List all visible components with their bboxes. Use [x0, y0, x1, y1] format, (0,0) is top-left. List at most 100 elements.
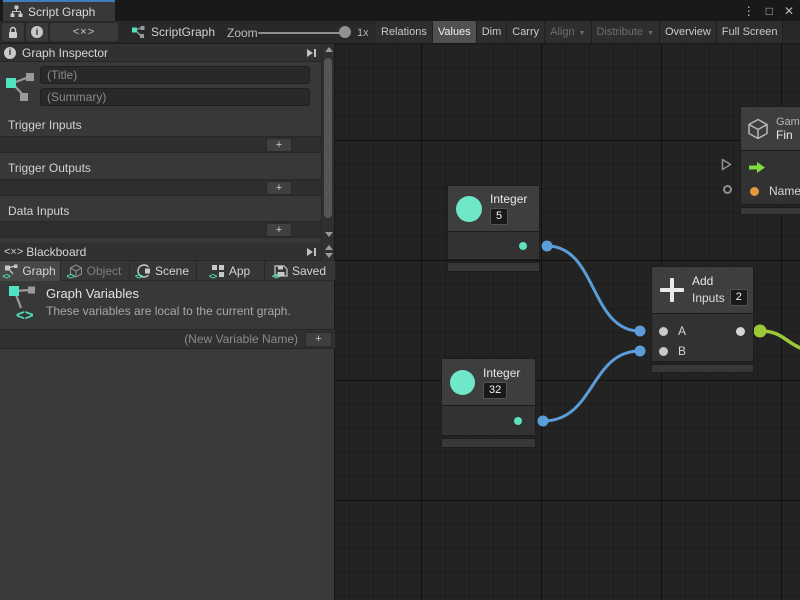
- add-data-input-button[interactable]: +: [266, 223, 292, 237]
- wire-integer5-to-add-a[interactable]: [547, 246, 640, 331]
- node-title: Integer: [490, 192, 527, 206]
- section-data-inputs-label: Data Inputs: [8, 203, 69, 219]
- tab-graph-variables[interactable]: <> Graph: [0, 261, 61, 281]
- wire-endpoint: [635, 346, 646, 357]
- gameobject-cube-icon: [746, 117, 770, 141]
- graph-node-icon: [5, 68, 37, 104]
- zoom-slider-handle[interactable]: [339, 26, 351, 38]
- graph-summary-input[interactable]: [40, 88, 310, 106]
- value-port-circle-icon[interactable]: [723, 185, 732, 194]
- distribute-dropdown[interactable]: Distribute ▼: [592, 21, 660, 43]
- integer-type-icon: [456, 196, 482, 222]
- inspector-scrollbar[interactable]: [321, 44, 334, 243]
- input-port-b[interactable]: [659, 347, 668, 356]
- align-dropdown[interactable]: Align ▼: [545, 21, 591, 43]
- integer-type-icon: [450, 370, 475, 395]
- blackboard-scrollbar[interactable]: [321, 243, 334, 261]
- scrollbar-thumb[interactable]: [324, 58, 332, 218]
- wire-endpoint: [538, 416, 549, 427]
- info-icon: i: [31, 26, 43, 38]
- tab-object-variables[interactable]: <> Object: [61, 261, 130, 281]
- window-maximize-icon[interactable]: □: [766, 5, 773, 17]
- window-close-icon[interactable]: ✕: [784, 5, 794, 17]
- overview-button[interactable]: Overview: [660, 21, 717, 43]
- integer-value-field[interactable]: 5: [490, 208, 508, 225]
- tab-script-graph[interactable]: Script Graph: [3, 0, 115, 21]
- integer-value-field[interactable]: 32: [483, 382, 507, 399]
- script-graph-icon: [131, 25, 145, 39]
- scroll-down-icon[interactable]: [325, 232, 333, 237]
- node-add[interactable]: Add Inputs 2 A B: [651, 266, 754, 373]
- scroll-up-icon[interactable]: [325, 245, 333, 250]
- graph-inspector-header: i Graph Inspector: [0, 44, 321, 62]
- new-variable-input[interactable]: [6, 331, 300, 347]
- node-integer-32[interactable]: Integer 32: [441, 358, 536, 448]
- add-trigger-output-button[interactable]: +: [266, 181, 292, 195]
- input-port-a[interactable]: [659, 327, 668, 336]
- inputs-count-field[interactable]: 2: [730, 289, 748, 306]
- graph-canvas[interactable]: Integer 5 Integer 32 Add: [335, 44, 800, 600]
- code-view-button[interactable]: <×>: [50, 23, 118, 41]
- name-input-port[interactable]: [750, 187, 759, 196]
- relations-button[interactable]: Relations: [376, 21, 433, 43]
- tab-saved-variables[interactable]: <> Saved: [265, 261, 335, 281]
- data-inputs-list: +: [0, 221, 321, 238]
- dock-panel-icon[interactable]: [305, 48, 317, 58]
- node-subtitle: Gam: [776, 116, 800, 128]
- wire-endpoint: [635, 326, 646, 337]
- window-menu-icon[interactable]: ⋮: [743, 5, 755, 17]
- scroll-up-icon[interactable]: [325, 47, 333, 52]
- window-tab-bar: Script Graph ⋮ □ ✕: [0, 0, 800, 21]
- scene-variables-icon: <>: [137, 264, 151, 278]
- wire-integer32-to-add-b[interactable]: [543, 351, 640, 421]
- scroll-down-icon[interactable]: [325, 253, 333, 258]
- blackboard-title: Blackboard: [26, 245, 86, 259]
- node-find-gameobject[interactable]: Gam Fin Name: [740, 106, 800, 215]
- graph-title-input[interactable]: [40, 66, 310, 84]
- node-integer-5[interactable]: Integer 5: [447, 185, 540, 272]
- tab-scene-variables[interactable]: <> Scene: [130, 261, 197, 281]
- dropdown-arrow-icon: ▼: [579, 30, 586, 37]
- section-trigger-inputs-label: Trigger Inputs: [8, 117, 82, 133]
- carry-button[interactable]: Carry: [507, 21, 545, 43]
- lock-button[interactable]: [2, 23, 24, 41]
- dim-button[interactable]: Dim: [477, 21, 508, 43]
- inputs-label: Inputs: [692, 291, 725, 305]
- trigger-outputs-list: +: [0, 179, 321, 196]
- blackboard-header: <×> Blackboard: [0, 243, 321, 261]
- graph-inspector-title: Graph Inspector: [22, 46, 108, 60]
- zoom-label: Zoom: [227, 26, 258, 40]
- wire-add-output[interactable]: [760, 331, 800, 350]
- tab-title: Script Graph: [28, 5, 95, 19]
- value-output-port[interactable]: [519, 242, 527, 250]
- new-variable-row: +: [0, 329, 335, 349]
- window-controls: ⋮ □ ✕: [743, 0, 794, 21]
- code-brackets-icon: <×>: [73, 26, 95, 38]
- graph-variables-heading: Graph Variables: [46, 286, 139, 301]
- value-output-port[interactable]: [514, 417, 522, 425]
- info-button[interactable]: i: [26, 23, 48, 41]
- zoom-slider-track[interactable]: [258, 32, 344, 34]
- dock-panel-icon[interactable]: [305, 247, 317, 257]
- flow-input-arrow-icon[interactable]: [749, 162, 766, 173]
- add-operator-icon: [659, 277, 685, 303]
- flow-port-triangle-icon[interactable]: [721, 158, 732, 171]
- sum-output-port[interactable]: [736, 327, 745, 336]
- variables-icon: <×>: [4, 246, 23, 258]
- trigger-inputs-list: +: [0, 136, 321, 153]
- graph-toolbar: i <×> ScriptGraph Zoom 1x Relations Valu…: [0, 21, 800, 44]
- port-label-a: A: [678, 324, 686, 338]
- blackboard-tabs: <> Graph <> Object <> Scene <> App: [0, 261, 335, 281]
- full-screen-button[interactable]: Full Screen: [717, 21, 784, 43]
- node-title: Add: [692, 274, 748, 288]
- app-variables-icon: <>: [211, 264, 225, 278]
- add-trigger-input-button[interactable]: +: [266, 138, 292, 152]
- left-sidebar: i Graph Inspector Trigger Inputs + Trigg…: [0, 44, 335, 600]
- node-title: Fin: [776, 128, 800, 142]
- saved-variables-icon: <>: [274, 264, 288, 278]
- tab-app-variables[interactable]: <> App: [197, 261, 265, 281]
- values-button[interactable]: Values: [433, 21, 477, 43]
- add-variable-button[interactable]: +: [305, 332, 332, 347]
- port-label-b: B: [678, 344, 686, 358]
- graph-breadcrumb[interactable]: ScriptGraph: [131, 21, 215, 43]
